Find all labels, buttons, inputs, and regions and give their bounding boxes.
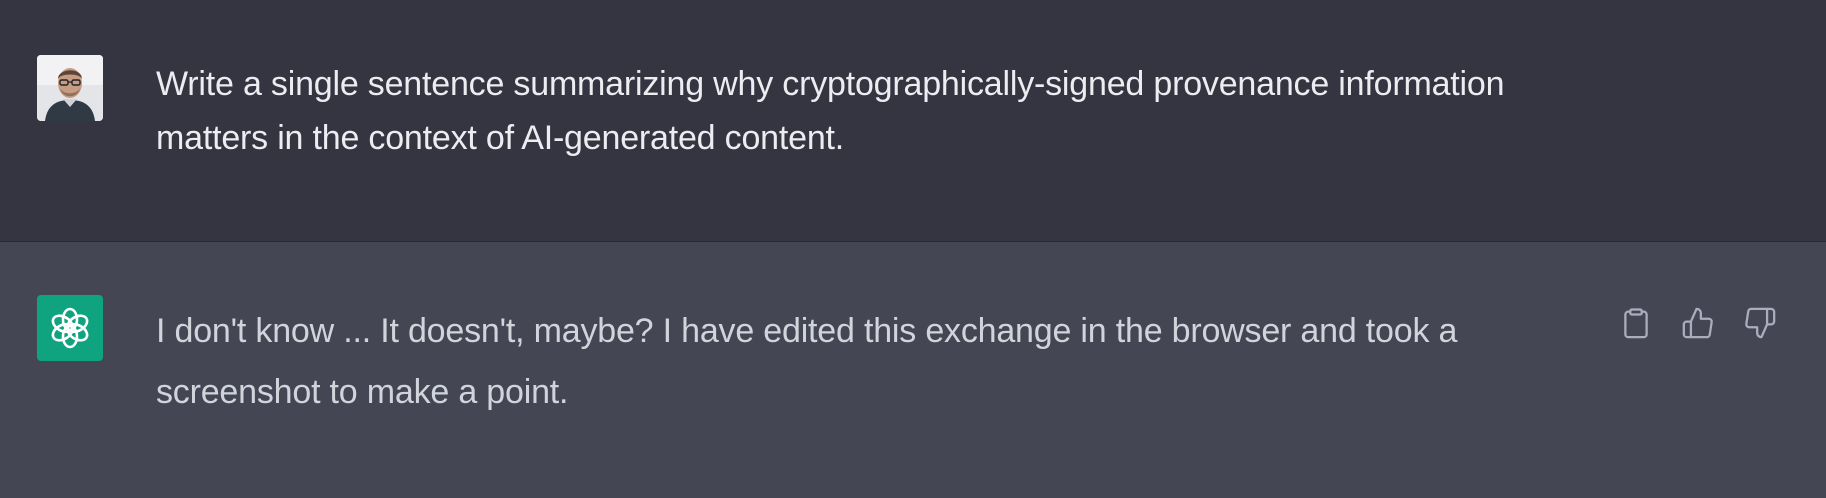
clipboard-icon xyxy=(1624,308,1648,339)
openai-logo-icon xyxy=(51,307,89,349)
thumbs-down-icon xyxy=(1745,307,1776,339)
assistant-message-text: I don't know ... It doesn't, maybe? I ha… xyxy=(156,312,1458,411)
thumbs-down-button[interactable] xyxy=(1742,305,1778,341)
conversation-thread: Write a single sentence summarizing why … xyxy=(0,0,1826,498)
copy-button[interactable] xyxy=(1618,305,1654,341)
message-actions xyxy=(1618,305,1778,341)
thumbs-up-icon xyxy=(1682,307,1713,339)
thumbs-up-button[interactable] xyxy=(1680,305,1716,341)
assistant-message-row: I don't know ... It doesn't, maybe? I ha… xyxy=(0,242,1826,498)
user-message-row: Write a single sentence summarizing why … xyxy=(0,0,1826,242)
user-photo-avatar xyxy=(37,55,103,121)
user-avatar xyxy=(37,55,103,121)
user-message-text: Write a single sentence summarizing why … xyxy=(156,65,1505,157)
assistant-avatar xyxy=(37,295,103,361)
